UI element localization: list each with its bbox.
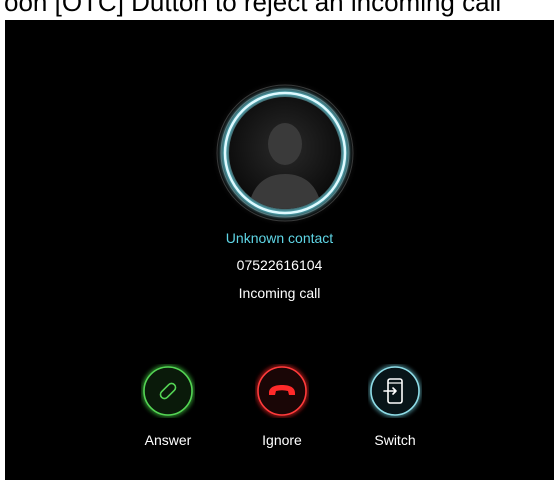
switch-ring[interactable] (368, 364, 422, 418)
switch-device-icon (369, 365, 421, 417)
page: oon [OTC] Dutton to reject an incoming c… (0, 0, 554, 480)
incoming-call-screen: Unknown contact 07522616104 Incoming cal… (5, 20, 554, 480)
ignore-label: Ignore (262, 432, 302, 448)
switch-button[interactable]: Switch (355, 364, 435, 454)
ignore-ring[interactable] (255, 364, 309, 418)
ignore-button[interactable]: Ignore (242, 364, 322, 454)
answer-ring[interactable] (141, 364, 195, 418)
answer-label: Answer (144, 432, 192, 448)
caller-number: 07522616104 (236, 257, 323, 273)
caller-name: Unknown contact (225, 230, 334, 246)
answer-button[interactable]: Answer (128, 364, 208, 454)
phone-hangup-icon (256, 365, 308, 417)
avatar-icon (211, 79, 359, 227)
switch-label: Switch (374, 432, 416, 448)
document-caption: oon [OTC] Dutton to reject an incoming c… (4, 0, 502, 17)
call-status: Incoming call (238, 285, 321, 301)
phone-answer-icon (142, 365, 194, 417)
avatar (210, 78, 360, 228)
